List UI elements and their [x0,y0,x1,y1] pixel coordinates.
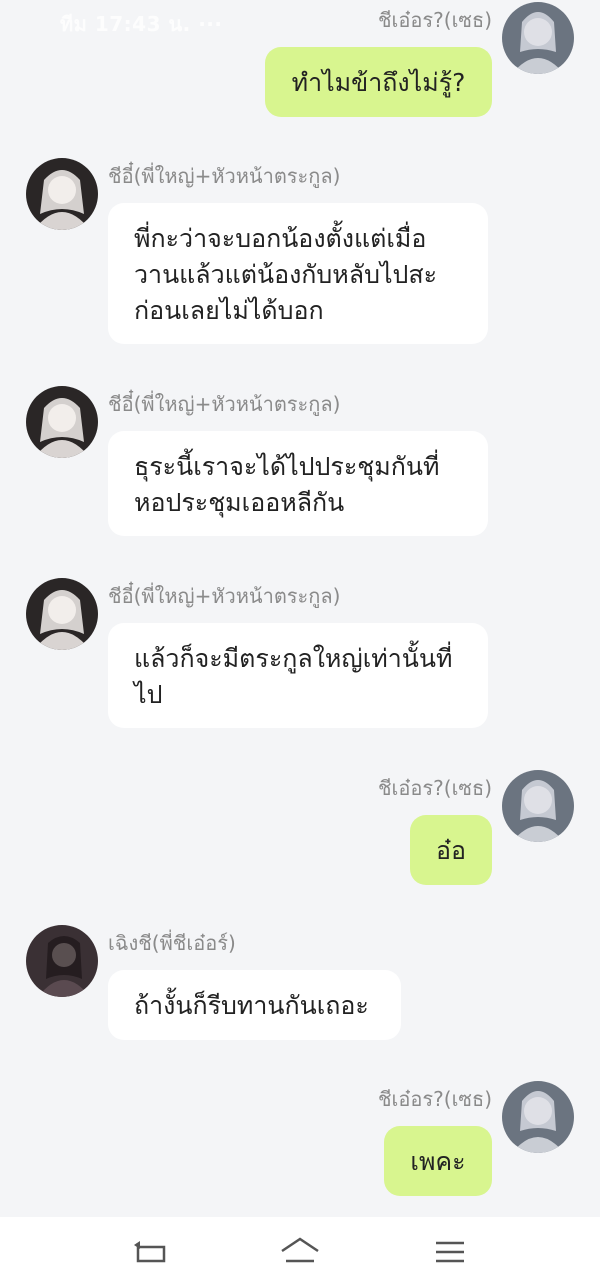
avatar-chi-yi[interactable] [26,158,98,230]
avatar-chi-yi[interactable] [26,386,98,458]
avatar-chi-er[interactable] [502,1081,574,1153]
sender-name: เฉิงชี(พี่ชีเอ๋อร์) [108,931,236,955]
sender-name: ชีอี๋(พี่ใหญ่+หัวหน้าตระกูล) [108,584,341,608]
menu-icon[interactable] [430,1235,470,1269]
message-bubble-outgoing: เพคะ [384,1126,492,1196]
message-bubble-incoming: แล้วก็จะมีตระกูลใหญ่เท่านั้นที่ ไป [108,623,488,728]
message-bubble-incoming: พี่กะว่าจะบอกน้องตั้งแต่เมื่อ วานแล้วแต่… [108,203,488,344]
message-bubble-incoming: ธุระนี้เราจะได้ไปประชุมกันที่ หอประชุมเอ… [108,431,488,536]
avatar-cheng-chi[interactable] [26,925,98,997]
avatar-chi-yi[interactable] [26,578,98,650]
navigation-bar [0,1217,600,1287]
avatar-chi-er[interactable] [502,2,574,74]
sender-name: ชีเอ๋อร?(เซธ) [377,8,492,32]
message-bubble-outgoing: อ๋อ [410,815,492,885]
sender-name: ชีอี๋(พี่ใหญ่+หัวหน้าตระกูล) [108,392,341,416]
status-time: ทีม 17:43 น. ··· [60,12,223,36]
sender-name: ชีเอ๋อร?(เซธ) [377,1087,492,1111]
back-arrow-icon[interactable] [130,1235,170,1269]
message-bubble-outgoing: ทำไมข้าถึงไม่รู้? [265,47,492,117]
home-icon[interactable] [280,1235,320,1269]
message-bubble-incoming: ถ้างั้นก็รีบทานกันเถอะ [108,970,401,1040]
sender-name: ชีเอ๋อร?(เซธ) [377,776,492,800]
avatar-chi-er[interactable] [502,770,574,842]
sender-name: ชีอี๋(พี่ใหญ่+หัวหน้าตระกูล) [108,164,341,188]
